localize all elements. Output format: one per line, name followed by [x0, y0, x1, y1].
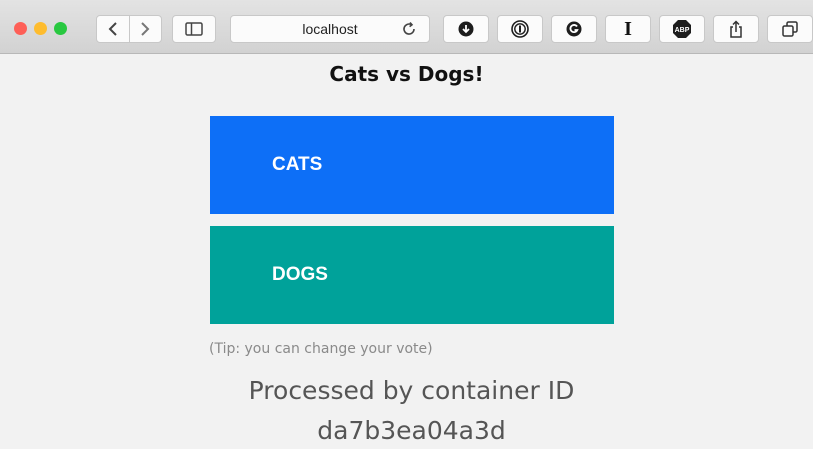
- sidebar-button[interactable]: [172, 15, 216, 43]
- grammarly-button[interactable]: [551, 15, 597, 43]
- adblock-icon: ABP: [673, 20, 691, 38]
- address-bar[interactable]: localhost: [230, 15, 430, 43]
- chevron-left-icon: [108, 22, 117, 36]
- tabs-icon: [782, 21, 798, 37]
- password-manager-button[interactable]: [497, 15, 543, 43]
- close-window-button[interactable]: [14, 22, 27, 35]
- instapaper-button[interactable]: I: [605, 15, 651, 43]
- grammarly-icon: [566, 21, 582, 37]
- url-text: localhost: [302, 21, 358, 37]
- processed-label: Processed by container ID: [248, 376, 575, 405]
- password-manager-icon: [511, 20, 529, 38]
- adblock-label: ABP: [675, 27, 690, 34]
- vote-cats-button[interactable]: CATS: [210, 116, 614, 214]
- minimize-window-button[interactable]: [34, 22, 47, 35]
- download-button[interactable]: [443, 15, 489, 43]
- reload-icon[interactable]: [401, 21, 417, 37]
- page-title: Cats vs Dogs!: [329, 62, 484, 86]
- navigation-buttons: [96, 15, 162, 43]
- vote-dogs-button[interactable]: DOGS: [210, 226, 614, 324]
- browser-toolbar: localhost I ABP: [0, 0, 813, 54]
- chevron-right-icon: [141, 22, 150, 36]
- adblock-button[interactable]: ABP: [659, 15, 705, 43]
- tabs-button[interactable]: [767, 15, 813, 43]
- download-icon: [458, 21, 474, 37]
- container-id: da7b3ea04a3d: [317, 416, 506, 445]
- instapaper-icon: I: [624, 17, 632, 40]
- sidebar-icon: [185, 22, 203, 36]
- maximize-window-button[interactable]: [54, 22, 67, 35]
- share-button[interactable]: [713, 15, 759, 43]
- back-button[interactable]: [97, 16, 129, 42]
- vote-tip: (Tip: you can change your vote): [209, 341, 433, 357]
- share-icon: [730, 20, 742, 38]
- forward-button[interactable]: [128, 16, 162, 42]
